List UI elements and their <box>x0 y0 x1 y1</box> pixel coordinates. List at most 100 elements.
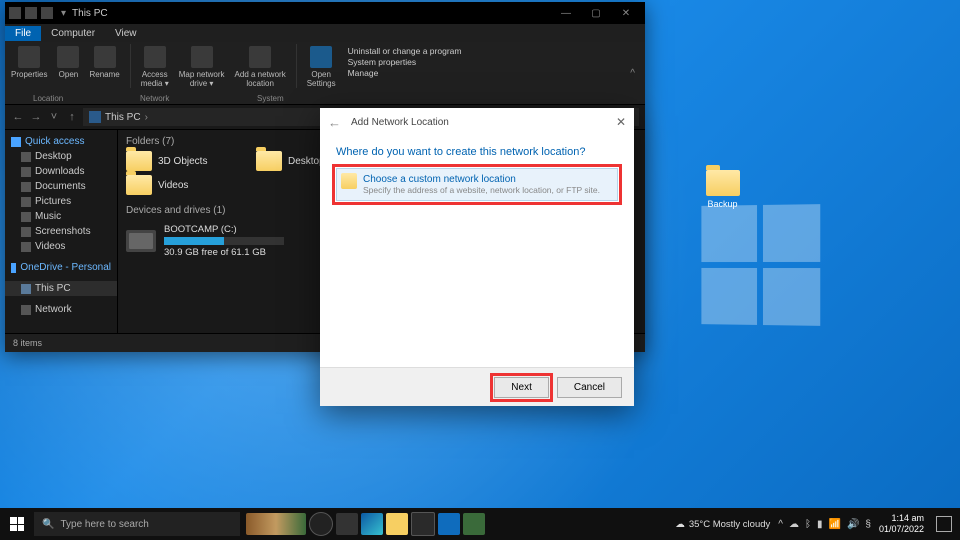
ribbon-map-drive[interactable]: Map network drive ▾ <box>177 44 227 88</box>
folder-icon <box>21 227 31 237</box>
cancel-button[interactable]: Cancel <box>557 377 622 398</box>
nav-up-button[interactable]: ↑ <box>65 111 79 123</box>
edge-icon[interactable] <box>361 513 383 535</box>
store-icon[interactable] <box>411 512 435 536</box>
taskbar-search-input[interactable]: 🔍Type here to search <box>34 512 240 536</box>
sidebar-item-downloads[interactable]: Downloads <box>5 164 117 179</box>
folder-icon <box>256 151 282 171</box>
option-description: Specify the address of a website, networ… <box>363 185 609 195</box>
tab-view[interactable]: View <box>105 26 147 41</box>
ribbon-uninstall[interactable]: Uninstall or change a program <box>348 46 462 56</box>
battery-icon[interactable]: ▮ <box>817 519 823 530</box>
folder-icon <box>21 197 31 207</box>
sidebar-item-screenshots[interactable]: Screenshots <box>5 224 117 239</box>
wizard-footer: Next Cancel <box>320 367 634 406</box>
bluetooth-icon[interactable]: ᛒ <box>805 519 811 530</box>
ribbon-group-label-network: Network <box>140 94 169 103</box>
system-tray: ☁35°C Mostly cloudy ^ ☁ ᛒ ▮ 📶 🔊 § 1:14 a… <box>667 513 960 535</box>
ribbon-open-settings[interactable]: Open Settings <box>305 44 338 88</box>
ribbon-group-label-location: Location <box>33 94 63 103</box>
mail-icon[interactable] <box>438 513 460 535</box>
maximize-button[interactable]: ▢ <box>581 8 611 19</box>
tray-icons[interactable]: ^ ☁ ᛒ ▮ 📶 🔊 § <box>778 519 871 530</box>
folder-icon <box>341 173 357 189</box>
file-explorer-icon[interactable] <box>386 513 408 535</box>
sidebar-this-pc[interactable]: This PC <box>5 281 117 296</box>
nav-back-button[interactable]: ← <box>11 111 25 123</box>
ribbon-system-properties[interactable]: System properties <box>348 57 462 67</box>
app-icon[interactable] <box>463 513 485 535</box>
next-button[interactable]: Next <box>494 377 549 398</box>
minimize-button[interactable]: — <box>551 8 581 19</box>
explorer-titlebar[interactable]: ▾ This PC — ▢ ✕ <box>5 2 645 24</box>
breadcrumb[interactable]: This PC <box>105 112 141 123</box>
chevron-right-icon[interactable]: › <box>145 112 148 123</box>
option-title: Choose a custom network location <box>363 174 609 185</box>
taskbar-thumbnail[interactable] <box>246 513 306 535</box>
folder-icon <box>126 151 152 171</box>
wizard-close-button[interactable]: ✕ <box>616 115 626 129</box>
action-center-icon[interactable] <box>936 516 952 532</box>
ribbon-separator <box>296 44 297 88</box>
pc-icon <box>21 284 31 294</box>
folder-icon <box>706 170 740 196</box>
nav-forward-button[interactable]: → <box>29 111 43 123</box>
language-indicator[interactable]: § <box>865 519 871 530</box>
sidebar-network[interactable]: Network <box>5 302 117 317</box>
cortana-icon[interactable] <box>309 512 333 536</box>
wizard-back-button[interactable]: ← <box>328 115 341 130</box>
sidebar-item-desktop[interactable]: Desktop <box>5 149 117 164</box>
sidebar-quick-access[interactable]: Quick access <box>5 134 117 149</box>
wizard-header[interactable]: ← Add Network Location ✕ <box>320 108 634 136</box>
desktop-icon-backup[interactable]: Backup <box>695 170 750 209</box>
folder-3d-objects[interactable]: 3D Objects <box>126 151 236 171</box>
chevron-up-icon[interactable]: ^ <box>778 519 783 530</box>
close-button[interactable]: ✕ <box>611 8 641 19</box>
sidebar-item-pictures[interactable]: Pictures <box>5 194 117 209</box>
windows-logo-wallpaper <box>701 204 820 326</box>
explorer-dropdown-icon[interactable]: ▾ <box>61 8 66 19</box>
sidebar-item-documents[interactable]: Documents <box>5 179 117 194</box>
tab-computer[interactable]: Computer <box>41 26 105 41</box>
wifi-icon[interactable]: 📶 <box>828 519 840 530</box>
ribbon-access-media[interactable]: Access media ▾ <box>139 44 171 88</box>
folder-icon <box>21 182 31 192</box>
navigation-pane[interactable]: Quick access Desktop Downloads Documents… <box>5 130 118 333</box>
tab-file[interactable]: File <box>5 26 41 41</box>
network-icon <box>21 305 31 315</box>
ribbon-collapse-icon[interactable]: ^ <box>630 68 641 79</box>
ribbon-manage[interactable]: Manage <box>348 68 462 78</box>
ribbon: Properties Open Rename Access media ▾ Ma… <box>5 42 645 105</box>
option-custom-network-location[interactable]: Choose a custom network location Specify… <box>336 168 618 201</box>
wizard-body: Where do you want to create this network… <box>320 136 634 367</box>
ribbon-separator <box>130 44 131 88</box>
folder-icon <box>21 242 31 252</box>
ribbon-properties[interactable]: Properties <box>9 44 49 79</box>
ribbon-rename[interactable]: Rename <box>87 44 121 79</box>
folder-icon <box>21 167 31 177</box>
quick-access-toolbar[interactable] <box>9 7 53 19</box>
task-view-icon[interactable] <box>336 513 358 535</box>
nav-recent-button[interactable]: ˅ <box>47 111 61 123</box>
add-network-location-wizard: ← Add Network Location ✕ Where do you wa… <box>320 108 634 406</box>
start-button[interactable] <box>0 517 34 531</box>
onedrive-tray-icon[interactable]: ☁ <box>789 519 799 530</box>
ribbon-open[interactable]: Open <box>55 44 81 79</box>
weather-icon: ☁ <box>675 519 685 530</box>
wizard-question: Where do you want to create this network… <box>336 146 618 158</box>
sidebar-item-videos[interactable]: Videos <box>5 239 117 254</box>
sidebar-onedrive[interactable]: OneDrive - Personal <box>5 260 117 275</box>
folder-videos[interactable]: Videos <box>126 175 236 195</box>
desktop-icon-label: Backup <box>695 199 750 209</box>
ribbon-add-network-location[interactable]: Add a network location <box>233 44 288 88</box>
this-pc-icon <box>89 111 101 123</box>
weather-widget[interactable]: ☁35°C Mostly cloudy <box>675 519 770 530</box>
taskbar[interactable]: 🔍Type here to search ☁35°C Mostly cloudy… <box>0 508 960 540</box>
clock[interactable]: 1:14 am 01/07/2022 <box>879 513 928 535</box>
drive-name: BOOTCAMP (C:) <box>164 224 284 235</box>
drive-free-text: 30.9 GB free of 61.1 GB <box>164 247 284 258</box>
volume-icon[interactable]: 🔊 <box>847 519 859 530</box>
windows-icon <box>10 517 24 531</box>
ribbon-tabs: File Computer View <box>5 24 645 42</box>
sidebar-item-music[interactable]: Music <box>5 209 117 224</box>
